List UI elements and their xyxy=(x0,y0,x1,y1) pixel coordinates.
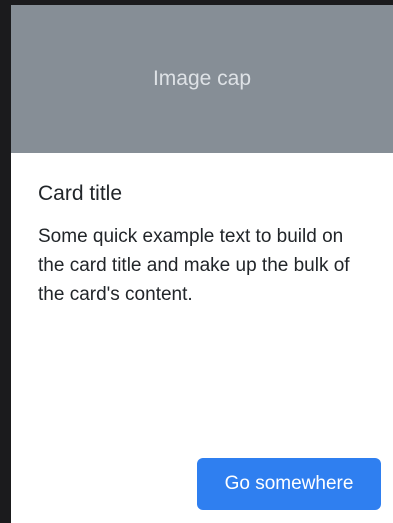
page-frame: Image cap Card title Some quick example … xyxy=(0,0,393,523)
image-cap-label: Image cap xyxy=(152,67,252,90)
go-somewhere-button[interactable]: Go somewhere xyxy=(197,458,381,510)
card: Image cap Card title Some quick example … xyxy=(11,5,393,523)
card-body: Card title Some quick example text to bu… xyxy=(11,153,393,309)
card-text: Some quick example text to build on the … xyxy=(38,226,350,306)
card-title: Card title xyxy=(38,182,123,205)
card-image-cap: Image cap xyxy=(11,5,393,153)
